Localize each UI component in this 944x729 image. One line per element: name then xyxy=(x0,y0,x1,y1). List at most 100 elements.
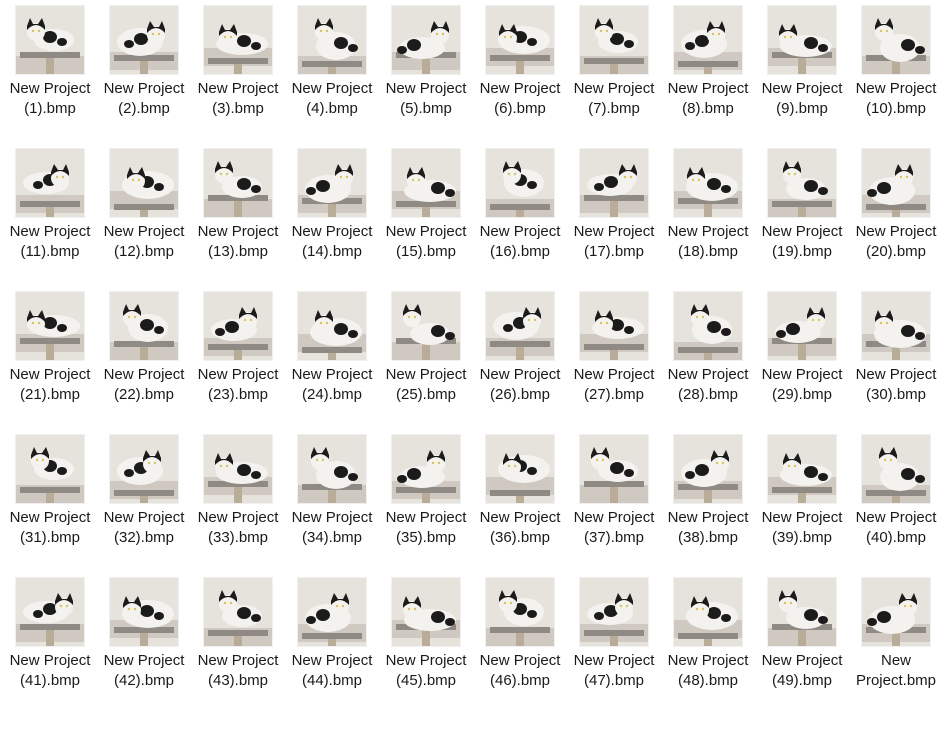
file-item[interactable]: New Project (41).bmp xyxy=(3,572,97,715)
file-name-label: New Project (41).bmp xyxy=(9,652,91,689)
file-item[interactable]: New Project (33).bmp xyxy=(191,429,285,572)
file-name-label: New Project (5).bmp xyxy=(385,80,467,117)
cat-photo-icon xyxy=(298,435,366,503)
file-item[interactable]: New Project (16).bmp xyxy=(473,143,567,286)
cat-photo-icon xyxy=(392,149,460,217)
file-item[interactable]: New Project (34).bmp xyxy=(285,429,379,572)
file-grid: New Project (1).bmp New Project (2).bmp xyxy=(3,0,943,715)
file-item[interactable]: New Project (42).bmp xyxy=(97,572,191,715)
file-item[interactable]: New Project (20).bmp xyxy=(849,143,943,286)
file-item[interactable]: New Project (25).bmp xyxy=(379,286,473,429)
file-item[interactable]: New Project (8).bmp xyxy=(661,0,755,143)
file-item[interactable]: New Project (40).bmp xyxy=(849,429,943,572)
file-name-label: New Project (35).bmp xyxy=(385,509,467,546)
file-name-label: New Project (27).bmp xyxy=(573,366,655,403)
cat-photo-icon xyxy=(298,578,366,646)
file-item[interactable]: New Project (37).bmp xyxy=(567,429,661,572)
cat-photo-icon xyxy=(204,149,272,217)
file-name-label: New Project (9).bmp xyxy=(761,80,843,117)
cat-photo-icon xyxy=(16,149,84,217)
cat-photo-icon xyxy=(486,292,554,360)
cat-photo-icon xyxy=(674,292,742,360)
file-item[interactable]: New Project (13).bmp xyxy=(191,143,285,286)
file-item[interactable]: New Project (27).bmp xyxy=(567,286,661,429)
file-name-label: New Project (47).bmp xyxy=(573,652,655,689)
file-name-label: New Project (2).bmp xyxy=(103,80,185,117)
cat-photo-icon xyxy=(674,149,742,217)
file-item[interactable]: New Project (30).bmp xyxy=(849,286,943,429)
cat-photo-icon xyxy=(768,435,836,503)
cat-photo-icon xyxy=(16,292,84,360)
file-item[interactable]: New Project (35).bmp xyxy=(379,429,473,572)
file-item[interactable]: New Project (46).bmp xyxy=(473,572,567,715)
file-item[interactable]: New Project (43).bmp xyxy=(191,572,285,715)
file-item[interactable]: New Project.bmp xyxy=(849,572,943,715)
file-name-label: New Project (24).bmp xyxy=(291,366,373,403)
file-item[interactable]: New Project (11).bmp xyxy=(3,143,97,286)
file-item[interactable]: New Project (26).bmp xyxy=(473,286,567,429)
file-name-label: New Project (37).bmp xyxy=(573,509,655,546)
file-item[interactable]: New Project (47).bmp xyxy=(567,572,661,715)
file-item[interactable]: New Project (2).bmp xyxy=(97,0,191,143)
file-item[interactable]: New Project (45).bmp xyxy=(379,572,473,715)
file-name-label: New Project (14).bmp xyxy=(291,223,373,260)
file-name-label: New Project (15).bmp xyxy=(385,223,467,260)
file-item[interactable]: New Project (10).bmp xyxy=(849,0,943,143)
file-name-label: New Project (13).bmp xyxy=(197,223,279,260)
file-name-label: New Project.bmp xyxy=(855,652,937,689)
file-item[interactable]: New Project (31).bmp xyxy=(3,429,97,572)
file-item[interactable]: New Project (24).bmp xyxy=(285,286,379,429)
file-name-label: New Project (28).bmp xyxy=(667,366,749,403)
file-item[interactable]: New Project (49).bmp xyxy=(755,572,849,715)
file-item[interactable]: New Project (7).bmp xyxy=(567,0,661,143)
cat-photo-icon xyxy=(110,435,178,503)
file-item[interactable]: New Project (14).bmp xyxy=(285,143,379,286)
file-name-label: New Project (7).bmp xyxy=(573,80,655,117)
cat-photo-icon xyxy=(580,149,648,217)
file-item[interactable]: New Project (15).bmp xyxy=(379,143,473,286)
file-item[interactable]: New Project (5).bmp xyxy=(379,0,473,143)
file-name-label: New Project (46).bmp xyxy=(479,652,561,689)
cat-photo-icon xyxy=(298,292,366,360)
file-item[interactable]: New Project (1).bmp xyxy=(3,0,97,143)
file-item[interactable]: New Project (6).bmp xyxy=(473,0,567,143)
file-item[interactable]: New Project (23).bmp xyxy=(191,286,285,429)
file-item[interactable]: New Project (38).bmp xyxy=(661,429,755,572)
file-item[interactable]: New Project (39).bmp xyxy=(755,429,849,572)
file-item[interactable]: New Project (12).bmp xyxy=(97,143,191,286)
file-item[interactable]: New Project (44).bmp xyxy=(285,572,379,715)
file-name-label: New Project (17).bmp xyxy=(573,223,655,260)
file-name-label: New Project (45).bmp xyxy=(385,652,467,689)
file-item[interactable]: New Project (36).bmp xyxy=(473,429,567,572)
file-item[interactable]: New Project (19).bmp xyxy=(755,143,849,286)
file-item[interactable]: New Project (21).bmp xyxy=(3,286,97,429)
cat-photo-icon xyxy=(204,292,272,360)
cat-photo-icon xyxy=(392,578,460,646)
file-name-label: New Project (21).bmp xyxy=(9,366,91,403)
file-item[interactable]: New Project (18).bmp xyxy=(661,143,755,286)
cat-photo-icon xyxy=(110,149,178,217)
file-item[interactable]: New Project (22).bmp xyxy=(97,286,191,429)
cat-photo-icon xyxy=(862,6,930,74)
file-item[interactable]: New Project (28).bmp xyxy=(661,286,755,429)
file-name-label: New Project (23).bmp xyxy=(197,366,279,403)
file-name-label: New Project (29).bmp xyxy=(761,366,843,403)
cat-photo-icon xyxy=(110,578,178,646)
cat-photo-icon xyxy=(580,578,648,646)
file-name-label: New Project (1).bmp xyxy=(9,80,91,117)
cat-photo-icon xyxy=(486,435,554,503)
file-name-label: New Project (6).bmp xyxy=(479,80,561,117)
file-item[interactable]: New Project (32).bmp xyxy=(97,429,191,572)
file-name-label: New Project (8).bmp xyxy=(667,80,749,117)
file-name-label: New Project (3).bmp xyxy=(197,80,279,117)
cat-photo-icon xyxy=(204,6,272,74)
file-item[interactable]: New Project (3).bmp xyxy=(191,0,285,143)
file-item[interactable]: New Project (9).bmp xyxy=(755,0,849,143)
cat-photo-icon xyxy=(298,6,366,74)
cat-photo-icon xyxy=(16,578,84,646)
file-item[interactable]: New Project (17).bmp xyxy=(567,143,661,286)
file-item[interactable]: New Project (48).bmp xyxy=(661,572,755,715)
cat-photo-icon xyxy=(768,292,836,360)
file-item[interactable]: New Project (29).bmp xyxy=(755,286,849,429)
file-item[interactable]: New Project (4).bmp xyxy=(285,0,379,143)
